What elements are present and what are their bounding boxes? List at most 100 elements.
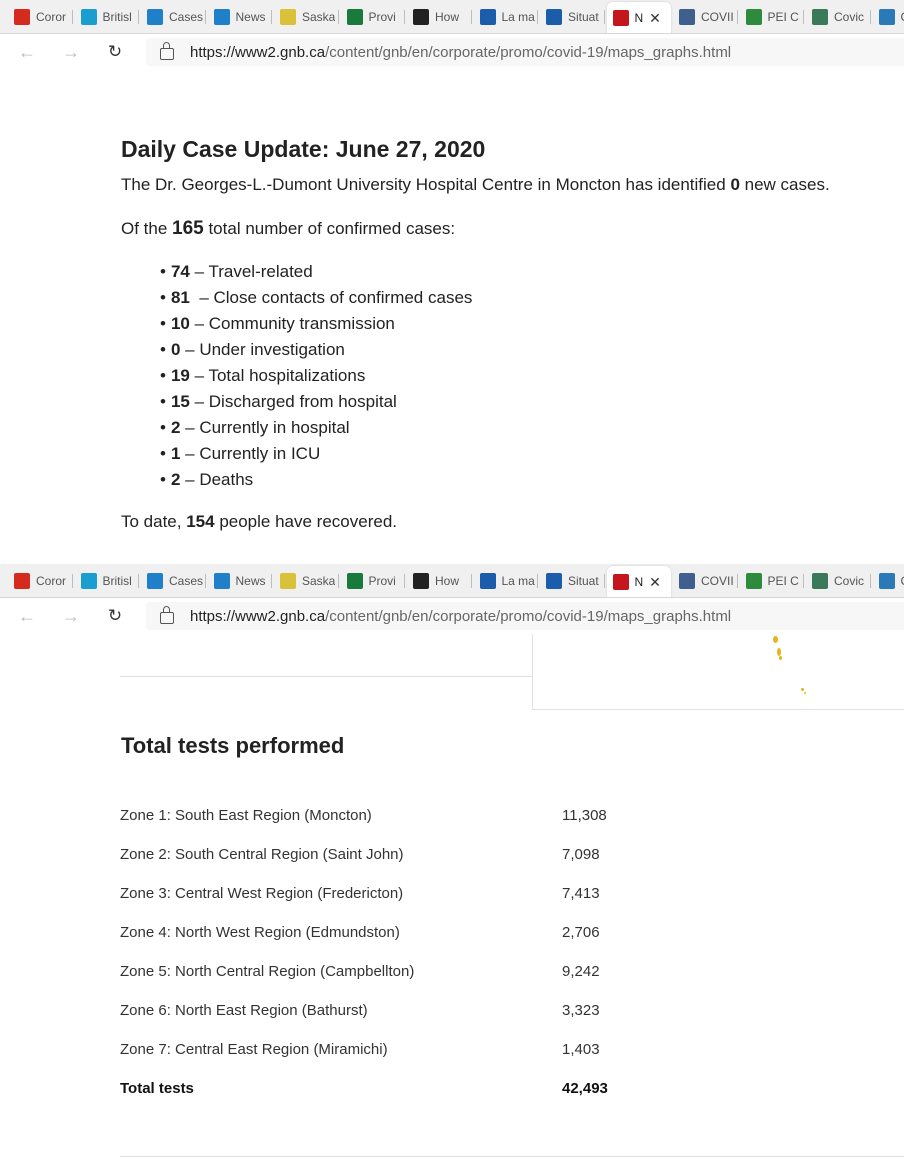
tab-separator <box>138 574 139 588</box>
zone-cell: Zone 3: Central West Region (Fredericton… <box>120 885 404 902</box>
zone-cell: Zone 4: North West Region (Edmundston) <box>120 924 400 941</box>
chart-icon <box>213 9 230 25</box>
tab-separator <box>204 574 206 588</box>
close-tab-icon[interactable]: ✕ <box>649 10 661 27</box>
browser-tab[interactable]: Covic <box>806 3 871 31</box>
tab-separator <box>71 574 73 588</box>
forward-arrow-icon[interactable]: → <box>60 42 82 62</box>
browser-tab[interactable]: Britisl <box>75 3 139 31</box>
forward-arrow-icon[interactable]: → <box>60 606 82 626</box>
browser-tab[interactable]: Saska <box>274 567 339 595</box>
chart-icon <box>147 9 163 25</box>
back-arrow-icon[interactable]: ← <box>16 42 38 62</box>
tab-label: News <box>235 574 266 588</box>
browser-tab[interactable]: Britisl <box>75 567 139 595</box>
tab-label: PEI C <box>767 574 799 588</box>
tab-separator <box>271 10 272 24</box>
fleur-de-lis-icon <box>479 573 496 589</box>
url-text: https://www2.gnb.ca/content/gnb/en/corpo… <box>190 43 732 61</box>
total-value: 42,493 <box>562 1080 608 1097</box>
nl-icon <box>878 9 895 25</box>
zone-cell: Zone 7: Central East Region (Miramichi) <box>120 1041 388 1058</box>
tab-separator <box>138 10 139 24</box>
browser-tab[interactable]: La ma <box>474 567 538 595</box>
browser-tab[interactable]: C <box>873 567 904 595</box>
browser-tab[interactable]: COVII <box>673 567 738 595</box>
browser-tab[interactable]: News <box>208 567 272 595</box>
browser-tab[interactable]: Situat <box>540 567 605 595</box>
maple-leaf-icon <box>14 9 30 25</box>
tab-separator <box>470 10 472 24</box>
browser-tab[interactable]: C <box>873 3 904 31</box>
table-row: Zone 5: North Central Region (Campbellto… <box>120 952 682 991</box>
browser-tab[interactable]: Situat <box>540 3 605 31</box>
value-cell: 3,323 <box>562 1002 600 1019</box>
tab-label: Britisl <box>102 10 132 24</box>
browser-tab[interactable]: PEI C <box>740 567 804 595</box>
list-item: 74 – Travel-related <box>160 259 472 285</box>
browser-tab[interactable]: Provi <box>341 3 405 31</box>
table-row: Zone 7: Central East Region (Miramichi) 1… <box>120 1030 682 1069</box>
tab-label: La ma <box>501 10 535 24</box>
tab-separator <box>803 574 804 588</box>
browser-tab[interactable]: News <box>208 3 272 31</box>
back-arrow-icon[interactable]: ← <box>16 606 38 626</box>
tab-label: Cases <box>169 574 204 588</box>
tab-separator <box>869 10 871 24</box>
address-bar[interactable]: https://www2.gnb.ca/content/gnb/en/corpo… <box>146 602 904 630</box>
map-marker <box>801 688 804 691</box>
browser-tab[interactable]: Covic <box>806 567 871 595</box>
browser-tab[interactable]: La ma <box>474 3 538 31</box>
nav-bar: ← → ↻ https://www2.gnb.ca/content/gnb/en… <box>0 598 904 635</box>
tab-label: Saska <box>302 574 336 588</box>
tab-label: How <box>435 10 460 24</box>
chart-icon <box>147 573 163 589</box>
browser-tab[interactable]: COVII <box>673 3 738 31</box>
browser-tab[interactable]: How <box>407 3 472 31</box>
table-row: Zone 6: North East Region (Bathurst) 3,32… <box>120 991 682 1030</box>
tab-label: N <box>634 575 644 589</box>
tab-label: Provi <box>368 574 396 588</box>
globe-icon <box>812 573 828 589</box>
tab-label: Cases <box>169 10 204 24</box>
lock-icon <box>160 42 174 60</box>
tab-label: Saska <box>302 10 336 24</box>
tab-label: Covic <box>834 10 865 24</box>
browser-tab[interactable]: Cases <box>141 3 206 31</box>
tab-label: Situat <box>568 574 599 588</box>
nb-icon <box>612 10 629 26</box>
hospital-paragraph: The Dr. Georges-L.-Dumont University Hos… <box>121 175 830 194</box>
browser-tab[interactable]: PEI C <box>740 3 804 31</box>
tab-separator <box>603 574 605 588</box>
close-tab-icon[interactable]: ✕ <box>649 574 661 591</box>
url-text: https://www2.gnb.ca/content/gnb/en/corpo… <box>190 607 732 625</box>
tab-label: C <box>901 574 904 588</box>
browser-tab[interactable]: Provi <box>341 567 405 595</box>
browser-tab[interactable]: Coror <box>8 3 73 31</box>
address-bar[interactable]: https://www2.gnb.ca/content/gnb/en/corpo… <box>146 38 904 66</box>
reload-icon[interactable]: ↻ <box>104 42 126 62</box>
table-row: Zone 4: North West Region (Edmundston) 2,… <box>120 913 682 952</box>
browser-tab[interactable]: Coror <box>8 567 73 595</box>
zone-cell: Zone 6: North East Region (Bathurst) <box>120 1002 368 1019</box>
browser-tab[interactable]: How <box>407 567 472 595</box>
total-row: Total tests 42,493 <box>120 1069 682 1108</box>
zone-cell: Zone 5: North Central Region (Campbellto… <box>120 963 415 980</box>
divider <box>120 676 532 677</box>
case-breakdown-list: 74 – Travel-related 81 – Close contacts … <box>160 259 472 493</box>
browser-tab[interactable]: Saska <box>274 3 339 31</box>
map-panel[interactable] <box>532 634 904 710</box>
browser-tab[interactable]: N ✕ <box>606 2 671 33</box>
reload-icon[interactable]: ↻ <box>104 606 126 626</box>
tab-separator <box>803 10 804 24</box>
browser-tab[interactable]: Cases <box>141 567 206 595</box>
list-item: 0 – Under investigation <box>160 337 472 363</box>
tab-label: Provi <box>368 10 396 24</box>
tab-separator <box>736 10 738 24</box>
tests-title: Total tests performed <box>121 733 345 758</box>
browser-tab[interactable]: N ✕ <box>606 566 671 597</box>
tab-label: Coror <box>36 10 67 24</box>
tab-label: News <box>235 10 266 24</box>
tab-label: La ma <box>501 574 535 588</box>
wheat-icon <box>280 9 296 25</box>
